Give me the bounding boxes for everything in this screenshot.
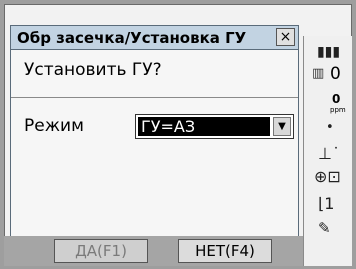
chevron-down-icon[interactable]: ▼: [273, 117, 291, 136]
divider: [11, 97, 298, 98]
instrument-icon[interactable]: ⊕⊡: [314, 167, 341, 186]
ppm-label: ppm: [330, 106, 346, 114]
status-panel: ▮▮▮ ▥ 0 0 ppm • ⊥˙ ⊕⊡ ⌊1 ✎: [303, 36, 352, 266]
prism-icon: ▥: [312, 66, 325, 81]
no-button[interactable]: НЕТ(F4): [178, 239, 272, 263]
ppm-value: 0: [332, 92, 341, 106]
dialog-body: Установить ГУ? Режим ГУ=АЗ ▼: [10, 50, 299, 236]
prism-constant: 0: [330, 64, 341, 84]
softkey-bar: ДА(F1) НЕТ(F4): [4, 236, 303, 266]
mode-selected-value: ГУ=АЗ: [138, 117, 270, 136]
battery-icon: ▮▮▮: [316, 44, 341, 60]
dialog-title: Обр засечка/Установка ГУ: [17, 29, 247, 47]
yes-button[interactable]: ДА(F1): [54, 239, 148, 263]
mode-label: Режим: [24, 116, 84, 136]
face-one-icon[interactable]: ⌊1: [318, 194, 334, 213]
tilt-level-icon[interactable]: ⊥˙: [318, 144, 340, 163]
dot-icon: •: [326, 120, 334, 135]
input-mode-icon[interactable]: ✎: [318, 219, 331, 237]
close-button[interactable]: ×: [276, 28, 295, 46]
mode-dropdown[interactable]: ГУ=АЗ ▼: [135, 114, 294, 139]
prompt-text: Установить ГУ?: [24, 60, 162, 80]
dialog-title-bar: Обр засечка/Установка ГУ ×: [10, 25, 299, 50]
